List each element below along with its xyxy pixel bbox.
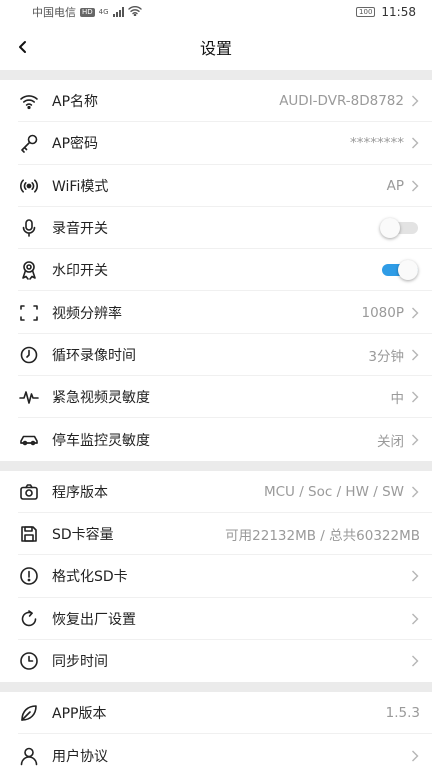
row-value: 1080P <box>361 304 405 321</box>
row-label: 录音开关 <box>52 221 108 238</box>
settings-row[interactable]: 循环录像时间 3分钟 <box>0 334 432 377</box>
section-divider <box>0 70 432 80</box>
section-divider <box>0 682 432 693</box>
settings-row[interactable]: AP密码 ******** <box>0 122 432 165</box>
reset-icon <box>18 608 40 630</box>
user-icon <box>18 745 40 767</box>
chevron-right-icon <box>410 95 420 107</box>
row-label: 程序版本 <box>52 484 108 501</box>
chevron-right-icon <box>410 180 420 192</box>
wifi-mode-icon <box>18 175 40 197</box>
section-divider <box>0 460 432 471</box>
row-value: MCU / Soc / HW / SW <box>263 483 404 500</box>
row-value: 中 <box>390 391 405 408</box>
row-label: 同步时间 <box>52 654 108 670</box>
sd-card-icon <box>18 523 40 545</box>
row-value: ******** <box>350 135 404 152</box>
leaf-icon <box>18 702 40 724</box>
settings-row[interactable]: 同步时间 <box>0 640 432 682</box>
chevron-right-icon <box>410 434 420 446</box>
row-label: 视频分辨率 <box>52 305 122 322</box>
hd-badge: HD <box>80 7 95 17</box>
row-label: 格式化SD卡 <box>52 569 128 586</box>
chevron-right-icon <box>410 750 420 762</box>
settings-row[interactable]: 用户协议 <box>0 734 432 768</box>
signal-icon <box>112 7 124 17</box>
toggle-switch[interactable] <box>380 218 418 239</box>
wifi-icon <box>18 90 40 112</box>
pulse-icon <box>18 386 40 408</box>
battery-icon: 100 <box>356 7 376 17</box>
row-label: SD卡容量 <box>52 527 114 544</box>
settings-row[interactable]: 水印开关 <box>0 249 432 292</box>
row-label: 恢复出厂设置 <box>52 611 136 628</box>
status-right: 100 11:58 <box>356 5 416 19</box>
toggle-switch[interactable] <box>380 260 418 281</box>
key-icon <box>18 132 40 154</box>
row-label: 水印开关 <box>52 263 108 280</box>
timer-icon <box>18 344 40 366</box>
chevron-left-icon <box>19 41 26 53</box>
settings-row[interactable]: AP名称 AUDI-DVR-8D8782 <box>0 80 432 123</box>
chevron-right-icon <box>410 655 420 667</box>
row-label: WiFi模式 <box>52 178 109 195</box>
settings-row: APP版本 1.5.3 <box>0 692 432 735</box>
row-label: AP名称 <box>52 94 99 111</box>
settings-row[interactable]: WiFi模式 AP <box>0 165 432 208</box>
settings-row[interactable]: 录音开关 <box>0 207 432 250</box>
alert-icon <box>18 565 40 587</box>
chevron-right-icon <box>410 391 420 403</box>
car-icon <box>18 429 40 451</box>
settings-row[interactable]: 停车监控灵敏度 关闭 <box>0 418 432 460</box>
row-label: 用户协议 <box>52 748 108 765</box>
chevron-right-icon <box>410 137 420 149</box>
settings-row[interactable]: 格式化SD卡 <box>0 555 432 598</box>
top-bar: 设置 <box>0 24 432 70</box>
row-value: 关闭 <box>377 433 404 450</box>
resolution-icon <box>18 302 40 324</box>
chevron-right-icon <box>410 349 420 361</box>
toggle-knob <box>398 260 418 281</box>
clock-label: 11:58 <box>381 5 416 19</box>
status-left: 中国电信 HD 4G <box>32 4 142 20</box>
back-button[interactable] <box>8 32 38 62</box>
toggle-knob <box>380 218 400 239</box>
settings-row[interactable]: 程序版本 MCU / Soc / HW / SW <box>0 471 432 514</box>
page-title: 设置 <box>199 39 232 58</box>
settings-row: SD卡容量 可用22132MB / 总共60322MB <box>0 513 432 556</box>
settings-list: AP名称 AUDI-DVR-8D8782 AP密码 ******** WiFi模式 AP 录… <box>0 70 432 768</box>
network-type: 4G <box>98 8 109 16</box>
row-label: 循环录像时间 <box>52 347 136 364</box>
row-value: AP <box>386 177 404 194</box>
microphone-icon <box>18 217 40 239</box>
chevron-right-icon <box>410 307 420 319</box>
status-bar: 中国电信 HD 4G 100 11:58 <box>0 0 432 24</box>
chevron-right-icon <box>410 570 420 582</box>
carrier-label: 中国电信 <box>32 6 76 19</box>
row-label: 停车监控灵敏度 <box>52 432 150 449</box>
settings-row[interactable]: 视频分辨率 1080P <box>0 291 432 335</box>
row-label: AP密码 <box>52 136 99 153</box>
watermark-icon <box>18 259 40 281</box>
chevron-right-icon <box>410 613 420 625</box>
row-value: 1.5.3 <box>385 705 420 722</box>
row-label: APP版本 <box>52 706 107 723</box>
wifi-status-icon <box>127 5 142 19</box>
camera-icon <box>18 481 40 503</box>
row-label: 紧急视频灵敏度 <box>52 390 150 407</box>
row-value: 可用22132MB / 总共60322MB <box>225 528 420 545</box>
chevron-right-icon <box>410 486 420 498</box>
settings-row[interactable]: 紧急视频灵敏度 中 <box>0 376 432 419</box>
settings-row[interactable]: 恢复出厂设置 <box>0 598 432 641</box>
clock-icon <box>18 650 40 672</box>
row-value: 3分钟 <box>368 348 404 365</box>
row-value: AUDI-DVR-8D8782 <box>279 93 404 110</box>
